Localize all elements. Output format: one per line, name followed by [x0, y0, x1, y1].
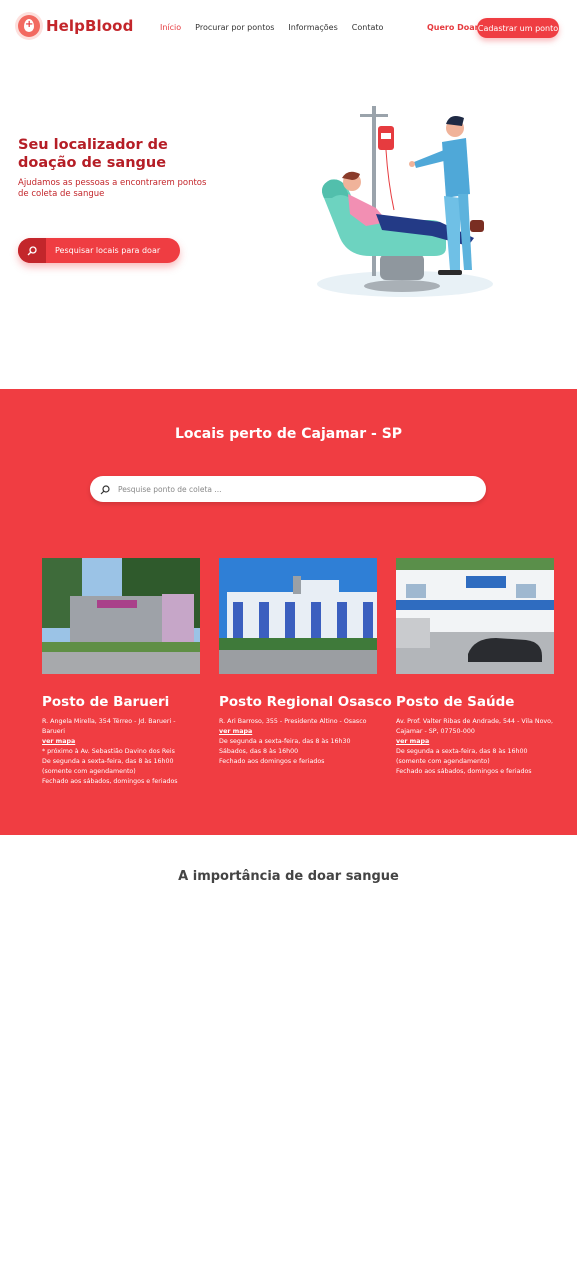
card-posto-osasco: Posto Regional Osasco R. Ari Barroso, 35…: [219, 558, 392, 767]
logo[interactable]: HelpBlood: [18, 15, 133, 37]
posto-barueri-photo: [42, 558, 200, 674]
hero-title: Seu localizador de doação de sangue: [18, 137, 168, 171]
card-title: Posto Regional Osasco: [219, 694, 392, 710]
site-header: HelpBlood Início Procurar por pontos Inf…: [0, 0, 577, 56]
nav-contato[interactable]: Contato: [352, 23, 384, 32]
ver-mapa-link[interactable]: ver mapa: [396, 737, 554, 747]
hero-subtitle: Ajudamos as pessoas a encontrarem pontos…: [18, 178, 207, 199]
blood-drop-icon: [18, 15, 40, 37]
nav-informacoes[interactable]: Informações: [288, 23, 337, 32]
card-title: Posto de Barueri: [42, 694, 170, 710]
card-title: Posto de Saúde: [396, 694, 515, 710]
ver-mapa-link[interactable]: ver mapa: [219, 727, 377, 737]
search-bar[interactable]: Pesquise ponto de coleta ...: [90, 476, 486, 502]
card-line: De segunda a sexta-feira, das 8 às 16h00…: [396, 748, 528, 765]
card-line: Fechado aos sábados, domingos e feriados: [396, 768, 532, 775]
ver-mapa-link[interactable]: ver mapa: [42, 737, 200, 747]
posto-osasco-photo: [219, 558, 377, 674]
card-line: * próximo à Av. Sebastião Davino dos Rei…: [42, 748, 175, 755]
card-posto-barueri: Posto de Barueri R. Angela Mirella, 354 …: [42, 558, 200, 787]
blood-donation-illustration: [317, 106, 493, 297]
card-line: De segunda a sexta-feira, das 8 às 16h30: [219, 738, 351, 745]
search-input[interactable]: Pesquise ponto de coleta ...: [118, 485, 222, 494]
importancia-title: A importância de doar sangue: [178, 869, 399, 884]
nav-procurar[interactable]: Procurar por pontos: [195, 23, 274, 32]
card-line: De segunda a sexta-feira, das 8 às 16h00…: [42, 758, 174, 775]
card-address: R. Ari Barroso, 355 - Presidente Altino …: [219, 718, 367, 725]
search-icon: [18, 238, 46, 263]
search-icon: [100, 480, 110, 499]
pesquisar-locais-label: Pesquisar locais para doar: [55, 246, 161, 255]
card-line: Fechado aos domingos e feriados: [219, 758, 325, 765]
cadastrar-ponto-button[interactable]: Cadastrar um ponto: [477, 18, 559, 38]
posto-saude-photo: [396, 558, 554, 674]
locais-title: Locais perto de Cajamar - SP: [174, 426, 403, 442]
card-posto-saude: Posto de Saúde Av. Prof. Valter Ribas de…: [396, 558, 554, 777]
card-line: Sábados, das 8 às 16h00: [219, 748, 299, 755]
quero-doar-link[interactable]: Quero Doar: [427, 23, 479, 32]
main-nav: Início Procurar por pontos Informações C…: [160, 23, 397, 32]
card-address: R. Angela Mirella, 354 Térreo - Jd. Baru…: [42, 718, 176, 735]
nav-inicio[interactable]: Início: [160, 23, 181, 32]
card-address: Av. Prof. Valter Ribas de Andrade, 544 -…: [396, 718, 554, 735]
brand-name: HelpBlood: [46, 17, 134, 35]
pesquisar-locais-button[interactable]: Pesquisar locais para doar: [18, 238, 180, 263]
card-line: Fechado aos sábados, domingos e feriados: [42, 778, 178, 785]
